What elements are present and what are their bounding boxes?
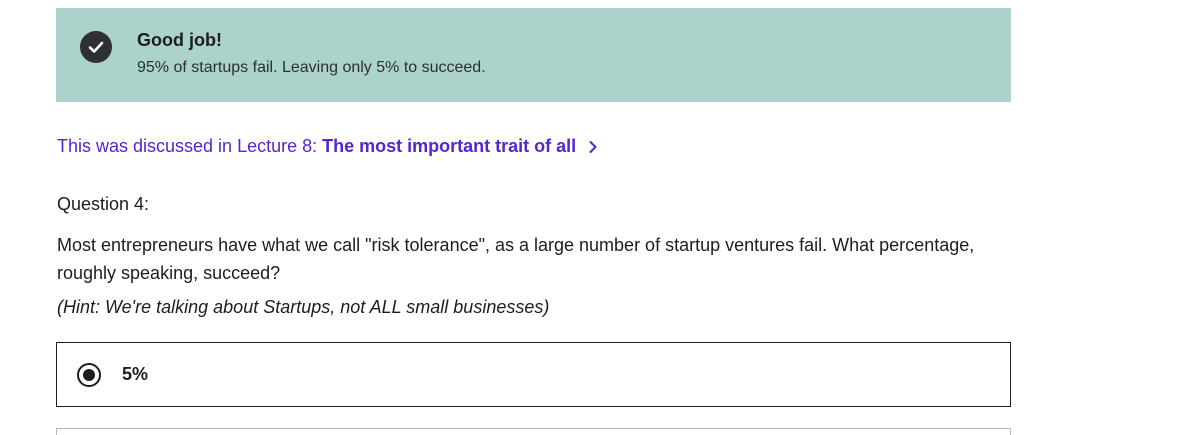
answer-label: 5% <box>122 364 149 384</box>
question-number: Question 4: <box>57 194 150 214</box>
feedback-title: Good job! <box>137 30 222 50</box>
chevron-right-icon[interactable] <box>588 140 598 154</box>
lecture-link[interactable]: This was discussed in Lecture 8: The mos… <box>57 136 598 157</box>
feedback-banner: Good job! 95% of startups fail. Leaving … <box>56 8 1011 102</box>
quiz-result-page: Good job! 95% of startups fail. Leaving … <box>0 0 1190 435</box>
question-text: Most entrepreneurs have what we call "ri… <box>57 235 975 283</box>
lecture-link-title[interactable]: The most important trait of all <box>322 136 576 157</box>
question-hint: (Hint: We're talking about Startups, not… <box>57 297 550 317</box>
lecture-link-prefix: This was discussed in Lecture 8: <box>57 136 318 156</box>
check-circle-icon <box>80 31 112 63</box>
radio-selected-icon[interactable] <box>77 363 101 387</box>
answer-option-next[interactable] <box>56 428 1011 435</box>
feedback-message: 95% of startups fail. Leaving only 5% to… <box>137 59 486 76</box>
answer-option-selected[interactable]: 5% <box>56 342 1011 407</box>
